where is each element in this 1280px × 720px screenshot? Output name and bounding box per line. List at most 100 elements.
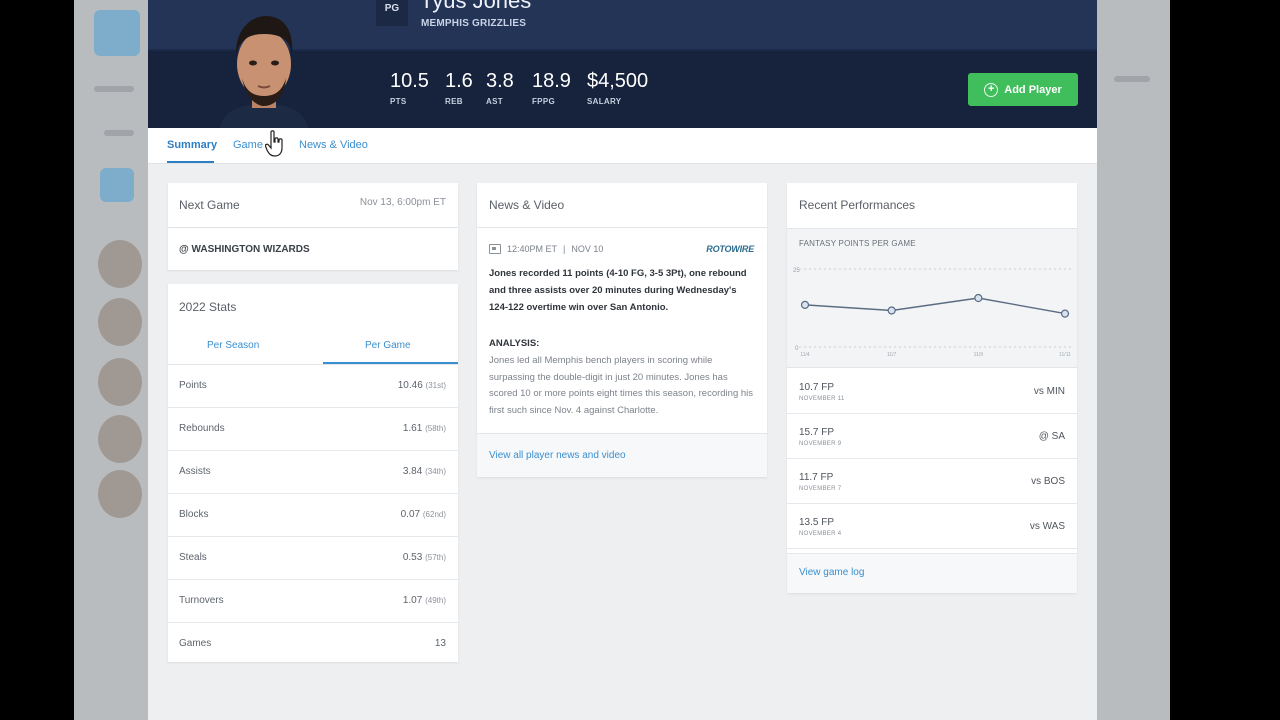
- x-tick-label: 11/4: [800, 352, 810, 358]
- letterbox-left: [0, 0, 74, 720]
- next-game-date: Nov 13, 6:00pm ET: [359, 197, 446, 208]
- game-opponent: vs BOS: [1031, 476, 1065, 487]
- news-source-logo: ROTOWIRE: [706, 244, 754, 254]
- tab-summary[interactable]: Summary: [167, 139, 217, 151]
- stat-label: FPPG: [532, 97, 555, 106]
- game-row[interactable]: 15.7 FP NOVEMBER 9 @ SA: [787, 414, 1077, 459]
- background-text: [104, 130, 134, 136]
- stat-value: 1.6: [445, 70, 473, 92]
- stat-value: 10.46 (31st): [397, 380, 446, 391]
- stat-row-points: Points 10.46 (31st): [168, 365, 458, 408]
- stat-row-blocks: Blocks 0.07 (62nd): [168, 494, 458, 537]
- player-team: MEMPHIS GRIZZLIES: [421, 18, 527, 29]
- next-game-card: Next Game Nov 13, 6:00pm ET: [168, 183, 458, 227]
- data-point: [974, 293, 983, 303]
- game-fp: 10.7 FP: [799, 382, 835, 393]
- season-stats-card: 2022 Stats Per Season Per Game Points 10…: [168, 284, 458, 662]
- next-game-opponent-row[interactable]: @ WASHINGTON WIZARDS: [168, 228, 458, 270]
- game-row[interactable]: 10.7 FP NOVEMBER 11 vs MIN: [787, 369, 1077, 414]
- stat-value: 1.61 (58th): [402, 423, 446, 434]
- next-game-opponent: @ WASHINGTON WIZARDS: [179, 244, 310, 255]
- divider: [477, 227, 767, 228]
- fppg-chart: FANTASY POINTS PER GAME 25 0 11/4 11/7 11/9 1…: [787, 228, 1077, 368]
- y-tick-label: 25: [793, 268, 800, 274]
- stat-row-steals: Steals 0.53 (57th): [168, 537, 458, 580]
- stat-name: Turnovers: [179, 595, 224, 606]
- stat-name: Games: [179, 638, 212, 649]
- game-opponent: vs MIN: [1033, 386, 1065, 397]
- game-row[interactable]: 11.7 FP NOVEMBER 7 vs BOS: [787, 459, 1077, 504]
- fppg-chart-svg: 25 011/4 11/7 11/9 11/11: [793, 268, 1071, 358]
- game-fp: 11.7 FP: [799, 472, 834, 483]
- stat-row-assists: Assists 3.84 (34th): [168, 451, 458, 494]
- stat-label: SALARY: [587, 97, 622, 106]
- player-headshot: [214, 8, 314, 128]
- next-game-title: Next Game: [179, 198, 240, 212]
- game-date: NOVEMBER 7: [799, 486, 842, 492]
- position-badge: PG: [376, 0, 408, 26]
- stat-value: 0.53 (57th): [402, 552, 446, 563]
- view-all-news-link[interactable]: View all player news and video: [489, 450, 626, 461]
- add-player-label: Add Player: [1004, 83, 1062, 96]
- player-tabs: Summary Game News & Video: [148, 128, 1097, 164]
- x-tick-label: 11/9: [974, 352, 984, 358]
- stat-value: 3.8: [486, 70, 514, 92]
- background-logo: [94, 10, 140, 56]
- background-text: [1114, 76, 1150, 82]
- stat-name: Assists: [179, 466, 211, 477]
- stat-value: 13: [434, 638, 446, 649]
- stat-label: AST: [486, 97, 503, 106]
- stat-reb: 1.6 REB: [445, 70, 473, 106]
- background-avatar: [98, 470, 142, 518]
- background-chip: [100, 168, 134, 202]
- fppg-series-line: [804, 297, 1066, 315]
- y-tick-label: 0: [795, 346, 799, 352]
- news-footer: View all player news and video: [477, 433, 767, 477]
- article-icon: [489, 244, 501, 254]
- meta-separator: |: [563, 244, 566, 254]
- view-game-log-link[interactable]: View game log: [799, 567, 864, 578]
- hand-cursor-icon: [265, 130, 283, 157]
- stat-row-rebounds: Rebounds 1.61 (58th): [168, 408, 458, 451]
- recent-performances-card: Recent Performances FANTASY POINTS PER G…: [787, 183, 1077, 593]
- x-tick-label: 11/7: [887, 352, 897, 358]
- tab-game[interactable]: Game: [233, 139, 263, 151]
- stat-value: 0.07 (62nd): [400, 509, 446, 520]
- stat-ast: 3.8 AST: [486, 70, 514, 106]
- stat-salary: $4,500 SALARY: [587, 70, 648, 106]
- tab-per-season[interactable]: Per Season: [207, 340, 259, 351]
- news-analysis-label: ANALYSIS:: [489, 338, 540, 349]
- stat-row-turnovers: Turnovers 1.07 (49th): [168, 580, 458, 623]
- letterbox-right: [1170, 0, 1280, 720]
- game-opponent: vs WAS: [1029, 521, 1065, 532]
- news-analysis: Jones led all Memphis bench players in s…: [489, 355, 754, 416]
- game-fp: 13.5 FP: [799, 517, 835, 528]
- plus-circle-icon: +: [984, 82, 999, 97]
- news-date: NOV 10: [571, 244, 604, 254]
- stat-value: 10.5: [390, 70, 429, 92]
- recent-footer: View game log: [787, 553, 1077, 593]
- add-player-button[interactable]: + Add Player: [968, 73, 1078, 106]
- stat-label: REB: [445, 97, 463, 106]
- stat-name: Rebounds: [179, 423, 225, 434]
- stat-value: 18.9: [532, 70, 571, 92]
- active-stats-tab-indicator: [323, 362, 458, 364]
- x-tick-label: 11/11: [1059, 352, 1071, 358]
- game-date: NOVEMBER 11: [799, 396, 845, 402]
- game-fp: 15.7 FP: [799, 427, 835, 438]
- recent-title: Recent Performances: [799, 198, 916, 212]
- news-video-card: News & Video 12:40PM ET | NOV 10 ROTOWIR…: [477, 183, 767, 477]
- stat-pts: 10.5 PTS: [390, 70, 429, 106]
- tab-per-game[interactable]: Per Game: [365, 340, 411, 351]
- tab-news-video[interactable]: News & Video: [299, 139, 368, 151]
- background-avatar: [98, 415, 142, 463]
- data-point: [1060, 309, 1070, 318]
- background-text: [94, 86, 134, 92]
- news-meta: 12:40PM ET | NOV 10: [489, 244, 603, 254]
- news-headline: Jones recorded 11 points (4-10 FG, 3-5 3…: [489, 268, 747, 313]
- stat-label: PTS: [390, 97, 407, 106]
- game-row[interactable]: 13.5 FP NOVEMBER 4 vs WAS: [787, 504, 1077, 549]
- stat-value: 1.07 (49th): [402, 595, 446, 606]
- player-card-modal: PG Tyus Jones MEMPHIS GRIZZLIES 10.5 PTS…: [148, 0, 1097, 720]
- active-tab-indicator: [167, 161, 214, 163]
